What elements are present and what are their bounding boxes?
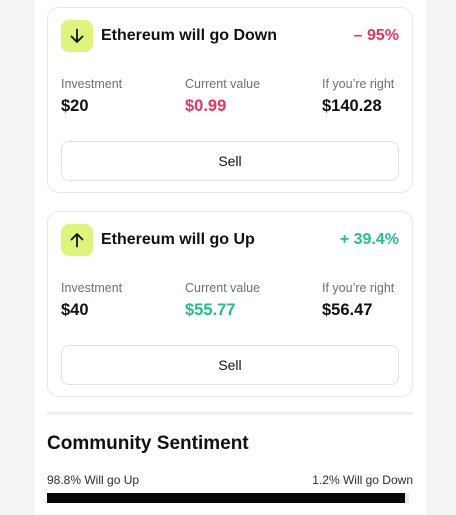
arrow-down-icon	[61, 20, 93, 52]
current-value: $0.99	[185, 97, 227, 115]
arrow-up-icon	[61, 224, 93, 256]
if-right-label: If you’re right	[322, 77, 395, 91]
card-header: Ethereum will go Down – 95%	[61, 20, 399, 54]
prediction-panel: Ethereum will go Down – 95% Investment $…	[35, 0, 426, 515]
current-value-label: Current value	[185, 281, 261, 295]
investment-label: Investment	[61, 77, 123, 91]
investment-label: Investment	[61, 281, 123, 295]
community-sentiment-title: Community Sentiment	[47, 433, 249, 454]
investment-value: $40	[61, 301, 89, 319]
if-right-value: $56.47	[322, 301, 373, 319]
position-card-up: Ethereum will go Up + 39.4% Investment $…	[47, 211, 413, 397]
position-card-down: Ethereum will go Down – 95% Investment $…	[47, 7, 413, 193]
change-percent: + 39.4%	[339, 231, 399, 248]
current-value: $55.77	[185, 301, 236, 319]
sentiment-bar-fill	[47, 493, 405, 503]
sell-button[interactable]: Sell	[61, 345, 399, 385]
card-header: Ethereum will go Up + 39.4%	[61, 224, 399, 258]
sell-button[interactable]: Sell	[61, 141, 399, 181]
sentiment-up-label: 98.8% Will go Up	[47, 473, 140, 487]
section-divider	[47, 412, 413, 415]
change-percent: – 95%	[353, 27, 399, 44]
if-right-value: $140.28	[322, 97, 382, 115]
current-value-label: Current value	[185, 77, 261, 91]
card-title: Ethereum will go Down	[101, 27, 278, 44]
if-right-label: If you’re right	[322, 281, 395, 295]
card-title: Ethereum will go Up	[101, 231, 255, 248]
investment-value: $20	[61, 97, 89, 115]
sentiment-down-label: 1.2% Will go Down	[312, 473, 413, 487]
sentiment-bar	[47, 493, 409, 503]
